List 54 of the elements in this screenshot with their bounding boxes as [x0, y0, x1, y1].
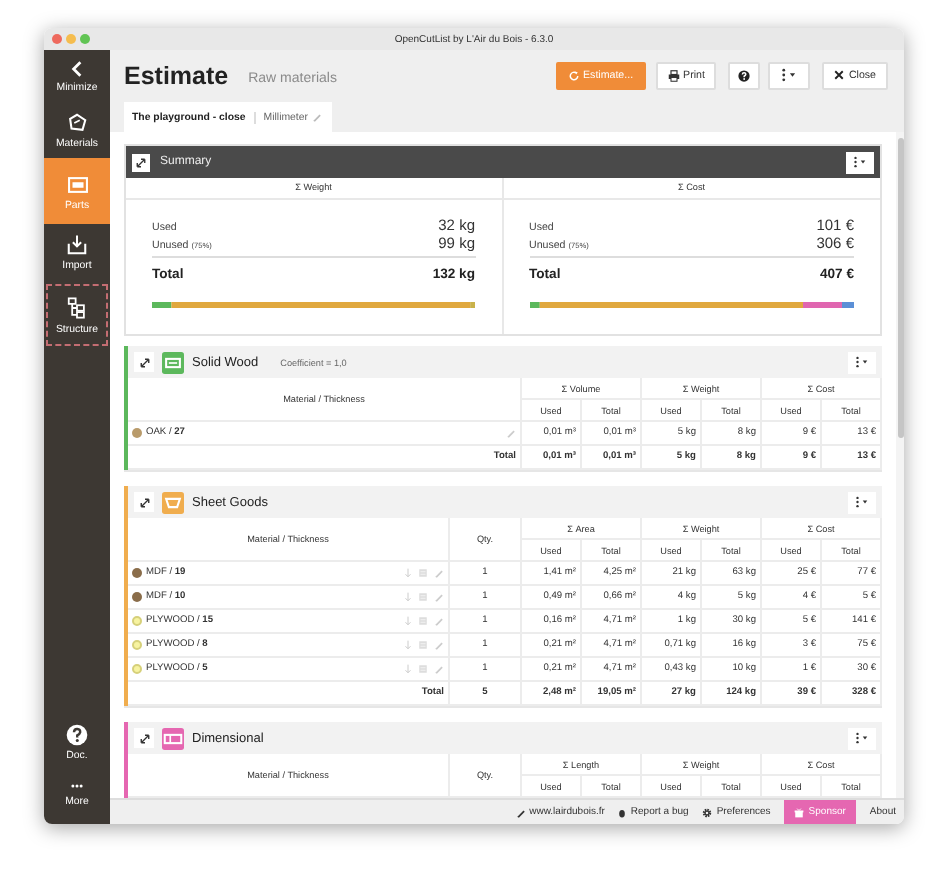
collapse-icon	[139, 497, 149, 507]
sheet-icon[interactable]	[417, 592, 428, 602]
group-icon	[162, 727, 184, 749]
collapse-icon	[139, 733, 149, 743]
kebab-caret-icon	[780, 68, 799, 82]
collapse-icon	[139, 357, 149, 367]
scrollbar-thumb[interactable]	[897, 138, 903, 438]
menu-button[interactable]	[846, 151, 874, 173]
pencil-icon[interactable]	[433, 592, 444, 602]
sheet-icon[interactable]	[417, 640, 428, 650]
collapse-button[interactable]	[132, 153, 150, 171]
pencil-icon[interactable]	[433, 640, 444, 650]
help-icon	[66, 724, 88, 746]
collapse-button[interactable]	[134, 352, 154, 372]
zoom-window-button[interactable]	[80, 34, 90, 44]
group-icon	[162, 491, 184, 513]
collapse-button[interactable]	[134, 492, 154, 512]
kebab-caret-icon	[854, 732, 870, 744]
pencil-icon[interactable]	[433, 664, 444, 674]
close-icon	[834, 70, 845, 80]
pencil-icon[interactable]	[433, 616, 444, 626]
down-arrow-icon[interactable]	[403, 568, 412, 578]
pencil-icon	[312, 112, 322, 122]
dots-icon	[66, 780, 88, 792]
collapse-icon	[136, 157, 146, 167]
close-window-button[interactable]	[52, 34, 62, 44]
minimize-window-button[interactable]	[66, 34, 76, 44]
tree-icon	[66, 296, 88, 320]
collapse-button[interactable]	[134, 728, 154, 748]
box-icon	[66, 112, 88, 134]
chevron-left-icon	[68, 60, 86, 78]
sheet-icon[interactable]	[417, 568, 428, 578]
help-icon	[738, 69, 751, 81]
printer-icon	[667, 69, 680, 81]
group-icon	[162, 351, 184, 373]
panel-icon	[65, 174, 89, 196]
down-arrow-icon[interactable]	[403, 640, 412, 650]
pencil-icon[interactable]	[433, 568, 444, 578]
settings-icon	[702, 807, 713, 817]
down-arrow-icon[interactable]	[403, 616, 412, 626]
sheet-icon[interactable]	[417, 664, 428, 674]
down-arrow-icon[interactable]	[403, 592, 412, 602]
sheet-icon[interactable]	[417, 616, 428, 626]
kebab-caret-icon	[852, 156, 868, 168]
pencil-icon[interactable]	[505, 428, 516, 438]
kebab-caret-icon	[854, 496, 870, 508]
help-button[interactable]	[728, 61, 761, 89]
import-icon	[66, 234, 88, 256]
page-title: Estimate	[124, 61, 229, 89]
kebab-caret-icon	[854, 356, 870, 368]
pencil-icon	[515, 807, 526, 817]
down-arrow-icon[interactable]	[403, 664, 412, 674]
gift-icon	[794, 807, 805, 817]
refresh-icon	[567, 69, 580, 81]
